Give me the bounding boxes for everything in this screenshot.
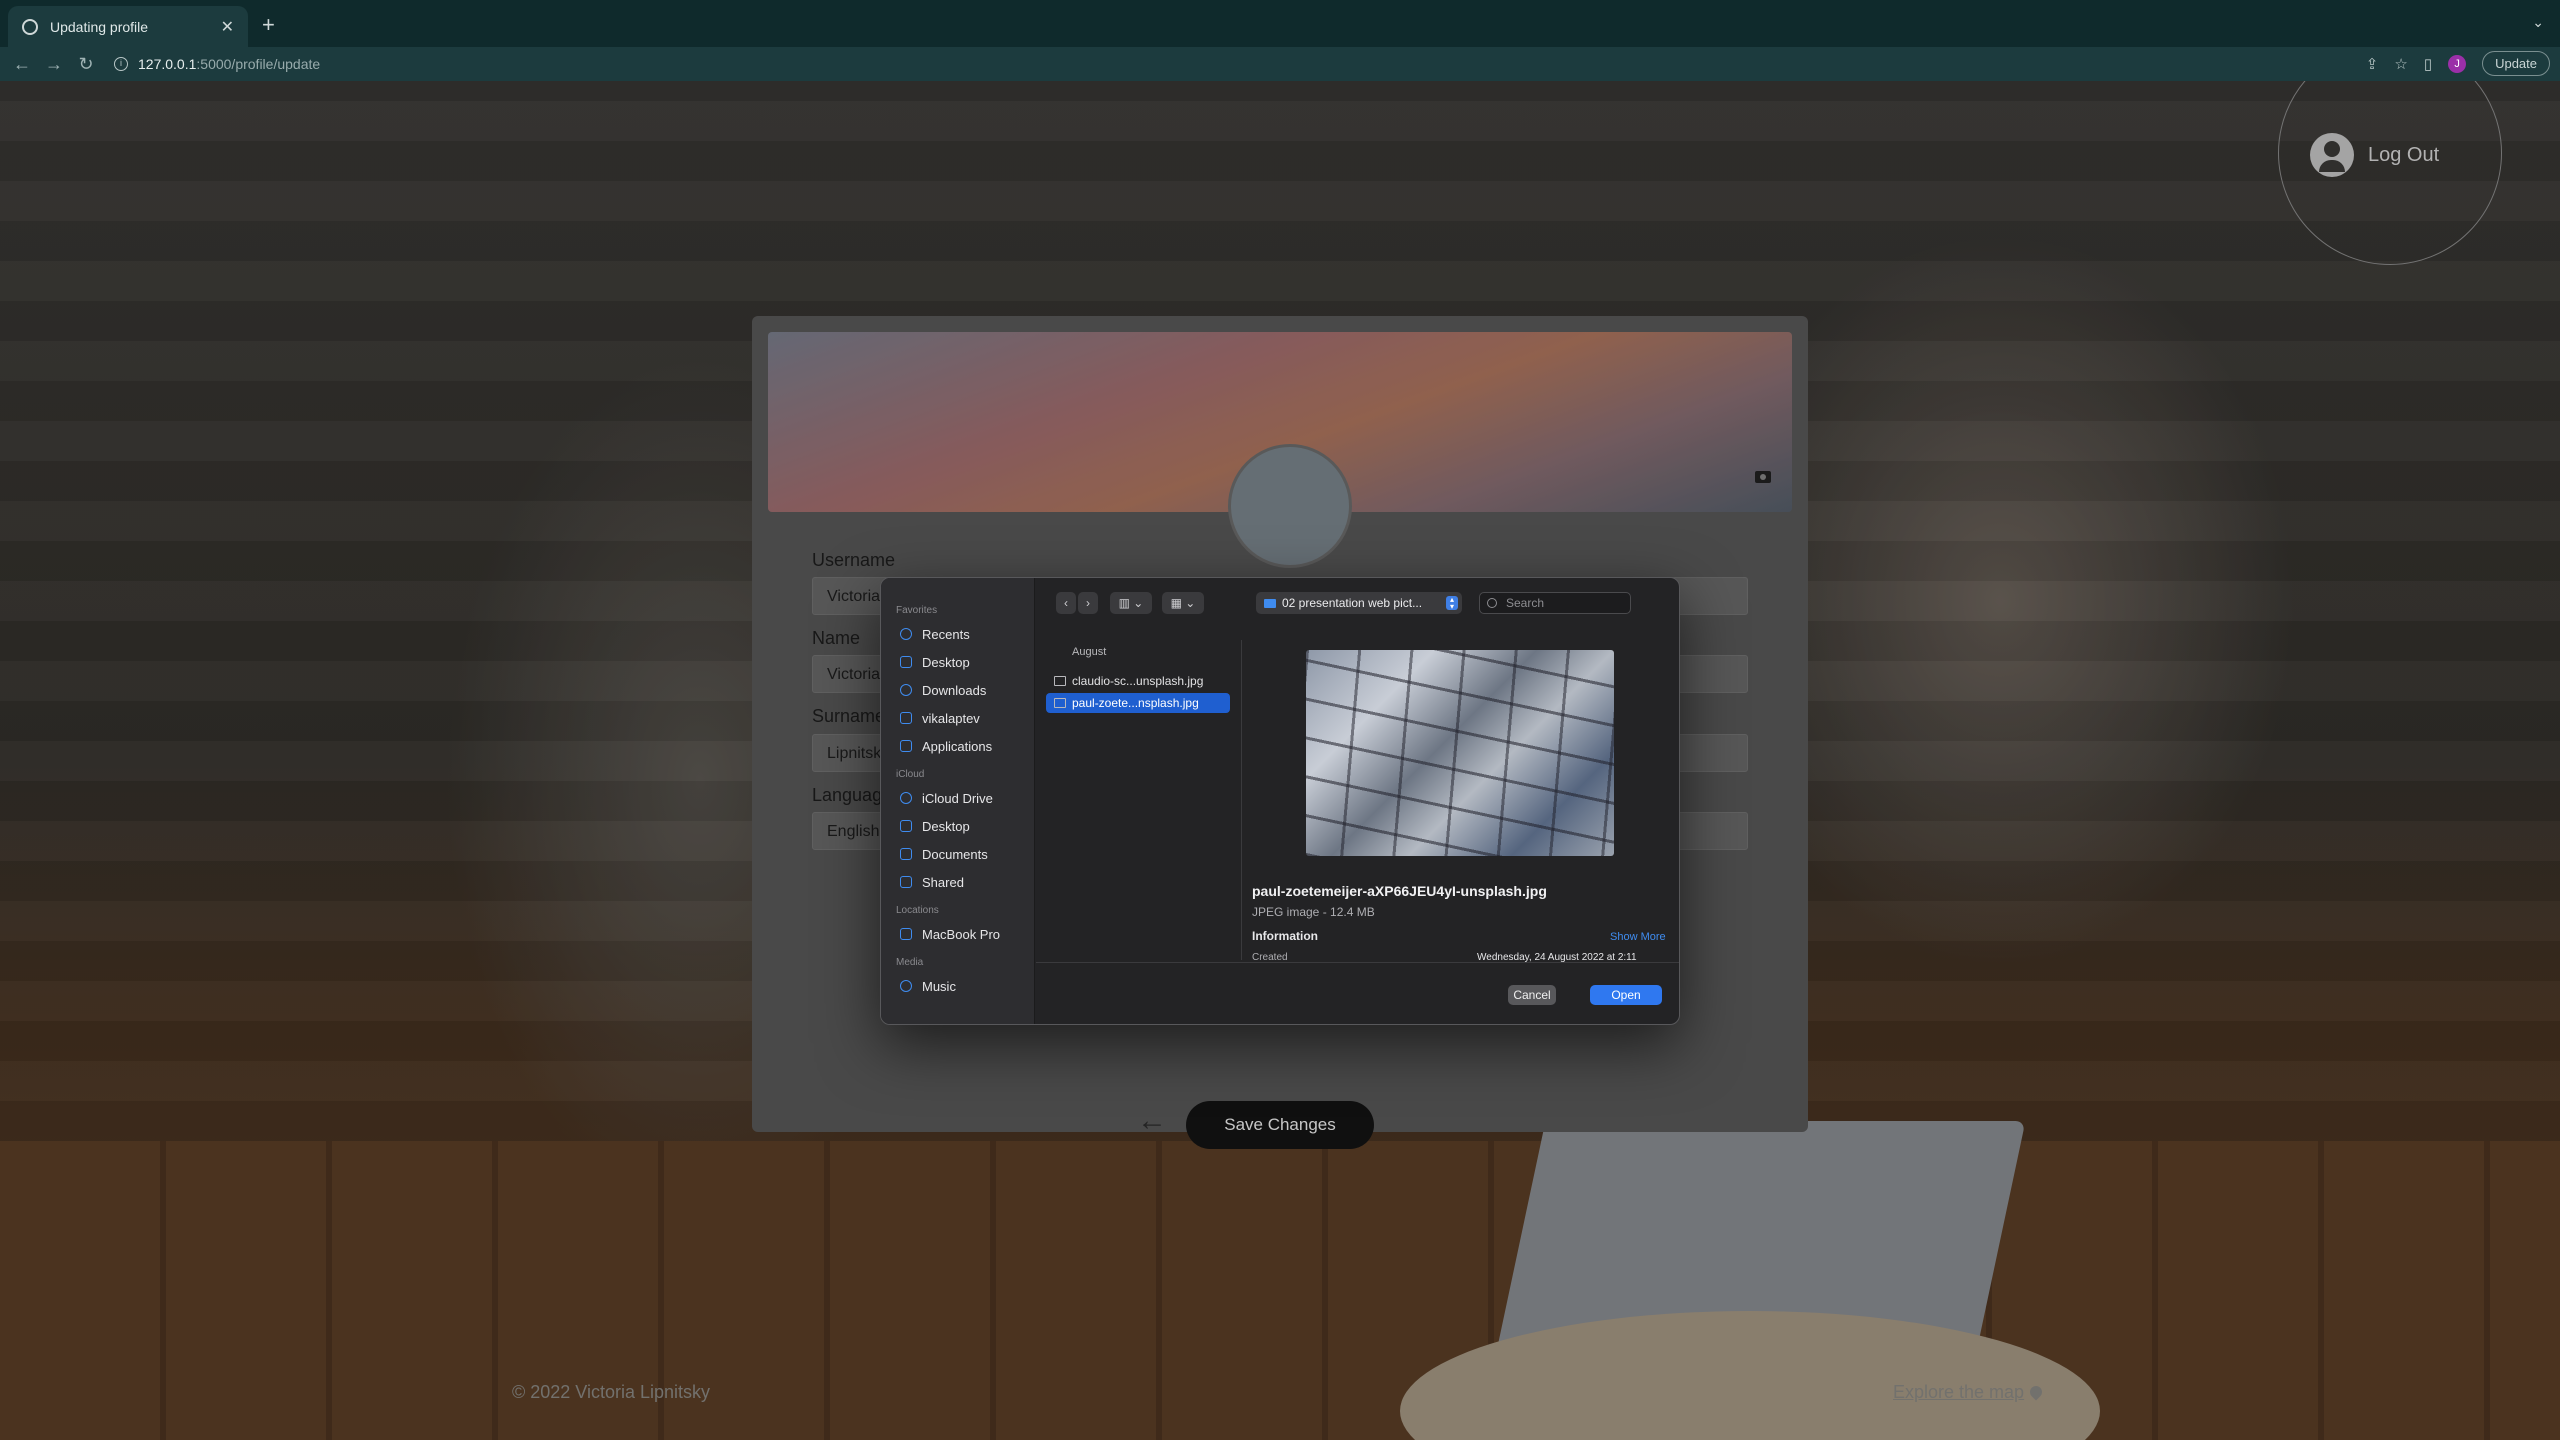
folder-popup[interactable]: 02 presentation web pict... ▴ ▾ (1256, 592, 1462, 614)
globe-icon (22, 18, 38, 35)
browser-tab-bar: Updating profile ✕ + ⌄ (0, 0, 2560, 47)
file-open-dialog: Favorites Recents Desktop Downloads vika… (880, 577, 1680, 1025)
image-file-icon (1054, 676, 1066, 686)
sidebar-item-label: Music (922, 978, 956, 994)
image-file-icon (1054, 698, 1066, 708)
cancel-button[interactable]: Cancel (1508, 985, 1556, 1005)
show-more-link[interactable]: Show More (1610, 931, 1666, 943)
star-icon[interactable]: ☆ (2394, 55, 2407, 73)
sidebar-section-favorites: Favorites (896, 605, 938, 616)
open-button[interactable]: Open (1590, 985, 1662, 1005)
search-input[interactable]: Search (1479, 592, 1631, 614)
sidebar-section-icloud: iCloud (896, 769, 925, 780)
preview-file-name: paul-zoetemeijer-aXP66JEU4yI-unsplash.jp… (1252, 883, 1547, 899)
sidebar-item-label: Desktop (922, 654, 970, 670)
grid-view-icon[interactable]: ▦ ⌄ (1162, 592, 1204, 614)
sidebar-item-icloud-drive[interactable]: iCloud Drive (881, 784, 1034, 812)
sidebar-item-label: Documents (922, 846, 988, 862)
sidebar-item-downloads[interactable]: Downloads (881, 676, 1034, 704)
nav-forward-icon[interactable]: › (1078, 592, 1098, 614)
desktop-icon (900, 820, 912, 832)
sidebar-item-recents[interactable]: Recents (881, 620, 1034, 648)
file-item-label: paul-zoete...nsplash.jpg (1072, 696, 1199, 710)
shared-folder-icon (900, 876, 912, 888)
page-background: Log Out Username Victoria Name Victoria … (0, 81, 2560, 1440)
list-group-header: August (1072, 646, 1107, 658)
sidebar-item-shared[interactable]: Shared (881, 868, 1034, 896)
sidebar-item-label: Shared (922, 874, 964, 890)
image-preview (1306, 650, 1614, 856)
preview-file-meta: JPEG image - 12.4 MB (1252, 905, 1375, 919)
sidebar-item-label: iCloud Drive (922, 790, 993, 806)
profile-avatar[interactable]: J (2448, 54, 2467, 73)
reload-icon[interactable]: ↻ (70, 54, 102, 75)
information-heading: Information (1252, 929, 1318, 943)
browser-toolbar: ← → ↻ i 127.0.0.1:5000/profile/update ⇪ … (0, 47, 2560, 81)
document-icon (900, 848, 912, 860)
chevron-down-icon[interactable]: ⌄ (2532, 14, 2544, 31)
sidebar-item-macbook[interactable]: MacBook Pro (881, 920, 1034, 948)
sidebar-item-label: Recents (922, 626, 970, 642)
sidebar-item-home[interactable]: vikalaptev (881, 704, 1034, 732)
file-item-label: claudio-sc...unsplash.jpg (1072, 674, 1204, 688)
close-tab-icon[interactable]: ✕ (221, 17, 234, 37)
file-item-selected[interactable]: paul-zoete...nsplash.jpg (1046, 693, 1230, 713)
clock-icon (900, 628, 912, 640)
sidebar-item-label: Applications (922, 738, 993, 754)
forward-arrow-icon[interactable]: → (38, 54, 70, 75)
browser-tab[interactable]: Updating profile ✕ (8, 6, 248, 47)
sidebar-item-label: vikalaptev (922, 710, 980, 726)
sidebar-item-music[interactable]: Music (881, 972, 1034, 1000)
dialog-sidebar: Favorites Recents Desktop Downloads vika… (881, 578, 1035, 1024)
sidebar-section-locations: Locations (896, 905, 939, 916)
nav-back-icon[interactable]: ‹ (1056, 592, 1076, 614)
dialog-divider (1036, 962, 1679, 963)
new-tab-icon[interactable]: + (262, 12, 275, 38)
popup-arrows-icon: ▴ ▾ (1446, 596, 1458, 611)
sidebar-item-label: Downloads (922, 682, 987, 698)
sidebar-item-applications[interactable]: Applications (881, 732, 1034, 760)
back-arrow-icon[interactable]: ← (6, 54, 38, 75)
sidebar-item-label: Desktop (922, 818, 970, 834)
laptop-icon (900, 928, 912, 940)
applications-icon (900, 740, 912, 752)
url-path: :5000/profile/update (196, 56, 321, 72)
file-list: August claudio-sc...unsplash.jpg paul-zo… (1036, 640, 1242, 960)
file-item[interactable]: claudio-sc...unsplash.jpg (1046, 671, 1230, 691)
download-icon (900, 684, 912, 696)
sidebar-item-documents[interactable]: Documents (881, 840, 1034, 868)
cloud-icon (900, 792, 912, 804)
desktop-icon (900, 656, 912, 668)
update-button[interactable]: Update (2482, 51, 2550, 76)
dialog-toolbar: ‹ › ▥ ⌄ ▦ ⌄ 02 presentation web pict... … (1036, 592, 1679, 620)
search-icon (1487, 598, 1497, 608)
share-icon[interactable]: ⇪ (2366, 55, 2379, 73)
column-view-icon[interactable]: ▥ ⌄ (1110, 592, 1152, 614)
info-icon[interactable]: i (114, 57, 128, 71)
current-folder-label: 02 presentation web pict... (1282, 596, 1423, 610)
url-host: 127.0.0.1 (138, 56, 197, 72)
sidebar-section-media: Media (896, 957, 924, 968)
search-placeholder: Search (1506, 596, 1545, 610)
music-icon (900, 980, 912, 992)
address-bar[interactable]: i 127.0.0.1:5000/profile/update (114, 56, 320, 72)
home-icon (900, 712, 912, 724)
tab-title: Updating profile (50, 18, 149, 35)
sidebar-item-label: MacBook Pro (922, 926, 1001, 942)
sidebar-item-icloud-desktop[interactable]: Desktop (881, 812, 1034, 840)
sidebar-item-desktop[interactable]: Desktop (881, 648, 1034, 676)
side-panel-icon[interactable]: ▯ (2424, 55, 2432, 73)
folder-icon (1264, 598, 1276, 608)
